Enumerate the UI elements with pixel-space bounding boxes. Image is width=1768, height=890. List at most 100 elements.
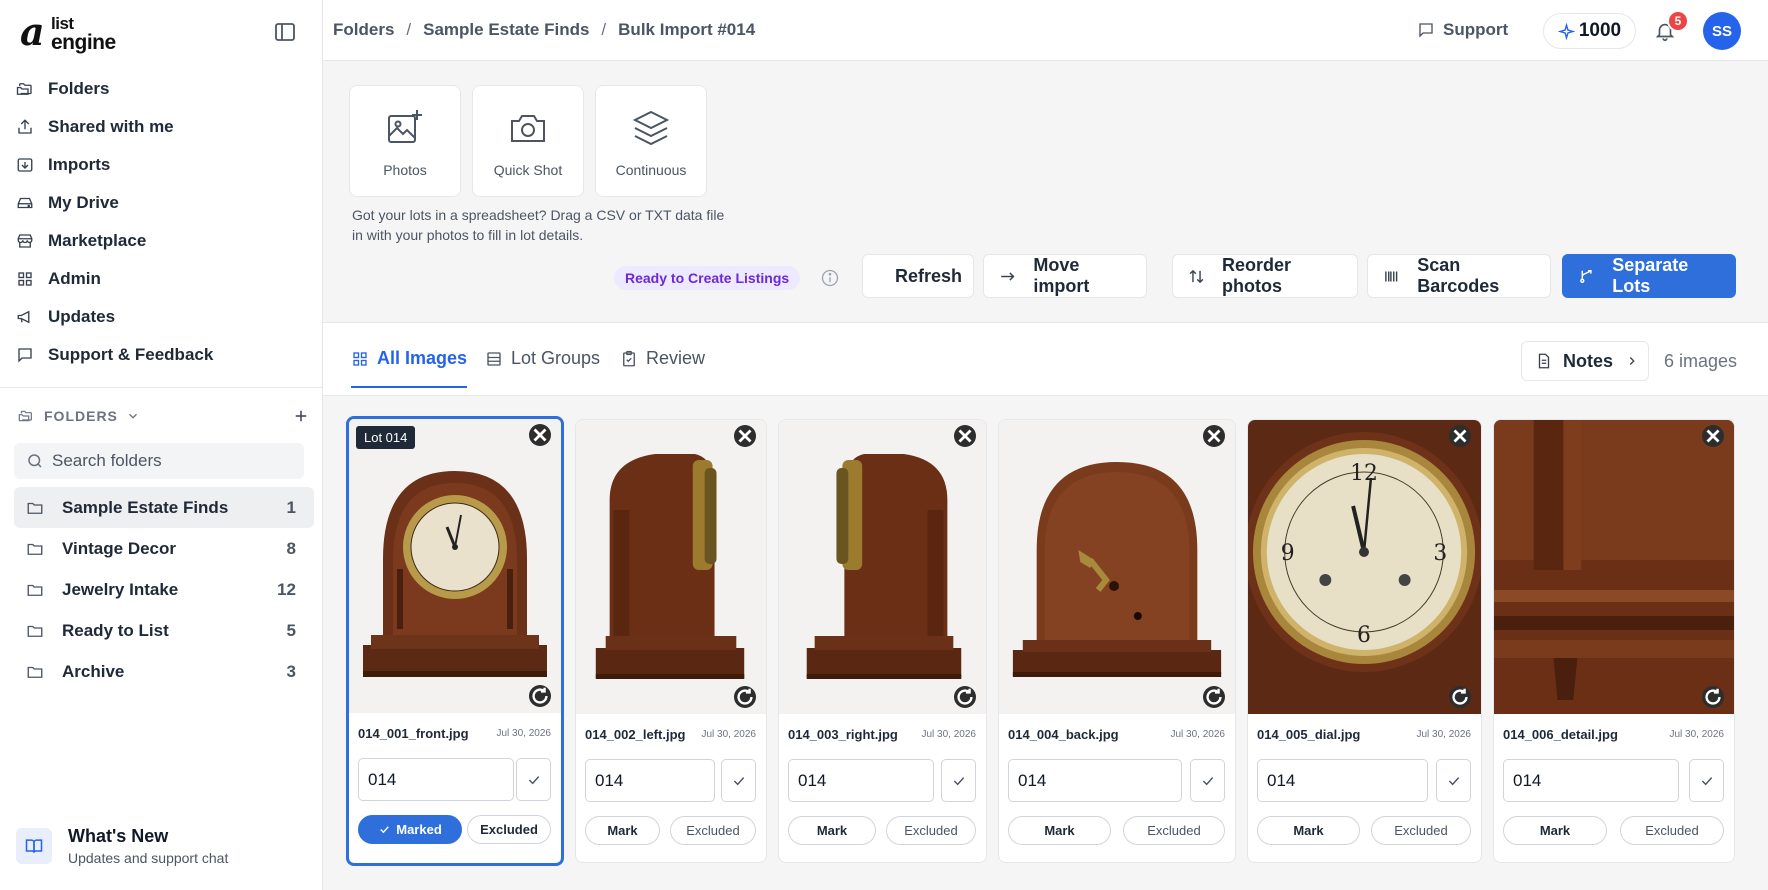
refresh-button[interactable]: Refresh bbox=[862, 254, 974, 298]
folder-item[interactable]: Ready to List 5 bbox=[14, 610, 314, 651]
nav-item-shared[interactable]: Shared with me bbox=[16, 108, 306, 146]
photo-thumbnail[interactable] bbox=[1494, 420, 1734, 714]
lot-number-input[interactable] bbox=[585, 759, 715, 802]
file-date: Jul 30, 2026 bbox=[1170, 729, 1226, 740]
photo-thumbnail[interactable] bbox=[779, 420, 986, 714]
rotate-image-button[interactable] bbox=[529, 685, 551, 707]
nav-item-updates[interactable]: Updates bbox=[16, 298, 306, 336]
layers-icon bbox=[632, 110, 670, 146]
confirm-lot-button[interactable] bbox=[721, 759, 756, 802]
mark-button[interactable]: Mark bbox=[585, 816, 660, 845]
lot-number-input[interactable] bbox=[1257, 759, 1428, 802]
remove-image-button[interactable] bbox=[734, 425, 756, 447]
exclude-button[interactable]: Excluded bbox=[467, 815, 551, 844]
image-card[interactable]: 014_002_left.jpg Jul 30, 2026 Mark Exclu… bbox=[575, 419, 767, 863]
folders-section-title[interactable]: FOLDERS bbox=[44, 408, 118, 424]
mark-button[interactable]: Mark bbox=[788, 816, 876, 845]
folders-section-header: FOLDERS bbox=[18, 405, 308, 427]
breadcrumb-folders[interactable]: Folders bbox=[333, 20, 394, 40]
csv-import-hint: Got your lots in a spreadsheet? Drag a C… bbox=[352, 207, 725, 243]
logo-mark: a bbox=[20, 9, 45, 54]
whats-new-panel[interactable]: What's New Updates and support chat bbox=[16, 824, 306, 868]
quick-shot-tile[interactable]: Quick Shot bbox=[472, 85, 584, 197]
rotate-image-button[interactable] bbox=[1203, 686, 1225, 708]
scan-barcodes-button[interactable]: Scan Barcodes bbox=[1367, 254, 1551, 298]
folder-item[interactable]: Jewelry Intake 12 bbox=[14, 569, 314, 610]
lot-number-input[interactable] bbox=[1008, 759, 1182, 802]
tab-review[interactable]: Review bbox=[620, 348, 705, 388]
mark-button[interactable]: Marked bbox=[358, 815, 462, 844]
nav-item-imports[interactable]: Imports bbox=[16, 146, 306, 184]
credits-button[interactable]: 1000 bbox=[1543, 13, 1636, 49]
photo-thumbnail[interactable] bbox=[576, 420, 766, 714]
mark-label: Mark bbox=[1293, 823, 1324, 838]
mark-button[interactable]: Mark bbox=[1503, 816, 1607, 845]
separate-lots-button[interactable]: Separate Lots bbox=[1562, 254, 1736, 298]
rotate-image-button[interactable] bbox=[1449, 686, 1471, 708]
exclude-button[interactable]: Excluded bbox=[1123, 816, 1225, 845]
lot-number-input[interactable] bbox=[1503, 759, 1679, 802]
exclude-button[interactable]: Excluded bbox=[1371, 816, 1471, 845]
reorder-photos-button[interactable]: Reorder photos bbox=[1172, 254, 1358, 298]
remove-image-button[interactable] bbox=[529, 424, 551, 446]
mark-button[interactable]: Mark bbox=[1008, 816, 1111, 845]
nav-item-folders[interactable]: Folders bbox=[16, 70, 306, 108]
image-card[interactable]: 014_004_back.jpg Jul 30, 2026 Mark Exclu… bbox=[998, 419, 1236, 863]
rotate-image-button[interactable] bbox=[1702, 686, 1724, 708]
chevron-right-icon bbox=[1629, 357, 1635, 365]
nav-item-support-feedback[interactable]: Support & Feedback bbox=[16, 336, 306, 374]
photos-upload-tile[interactable]: Photos bbox=[349, 85, 461, 197]
move-import-button[interactable]: Move import bbox=[983, 254, 1147, 298]
store-icon bbox=[17, 234, 33, 248]
exclude-button[interactable]: Excluded bbox=[670, 816, 756, 845]
remove-image-button[interactable] bbox=[1449, 425, 1471, 447]
lot-number-input[interactable] bbox=[788, 759, 934, 802]
mark-button[interactable]: Mark bbox=[1257, 816, 1360, 845]
support-button[interactable]: Support bbox=[1417, 20, 1508, 40]
remove-image-button[interactable] bbox=[1203, 425, 1225, 447]
folder-item[interactable]: Archive 3 bbox=[14, 651, 314, 692]
photo-thumbnail[interactable]: Lot 014 bbox=[349, 419, 561, 713]
exclude-button[interactable]: Excluded bbox=[1620, 816, 1724, 845]
search-icon bbox=[28, 454, 42, 468]
confirm-lot-button[interactable] bbox=[1436, 759, 1471, 802]
folder-item[interactable]: Vintage Decor 8 bbox=[14, 528, 314, 569]
breadcrumb-folder[interactable]: Sample Estate Finds bbox=[423, 20, 589, 40]
notes-button[interactable]: Notes bbox=[1521, 341, 1649, 381]
camera-icon bbox=[511, 115, 545, 142]
nav-item-marketplace[interactable]: Marketplace bbox=[16, 222, 306, 260]
rotate-image-button[interactable] bbox=[954, 686, 976, 708]
folder-item[interactable]: Sample Estate Finds 1 bbox=[14, 487, 314, 528]
nav-item-my-drive[interactable]: My Drive bbox=[16, 184, 306, 222]
lot-number-input[interactable] bbox=[358, 758, 514, 801]
tab-label: Review bbox=[646, 348, 706, 368]
image-card[interactable]: 014_006_detail.jpg Jul 30, 2026 Mark Exc… bbox=[1493, 419, 1735, 863]
confirm-lot-button[interactable] bbox=[1190, 759, 1225, 802]
remove-image-button[interactable] bbox=[1702, 425, 1724, 447]
folder-search-input[interactable] bbox=[52, 451, 282, 471]
app-logo[interactable]: a list engine bbox=[20, 9, 116, 54]
chevron-down-icon[interactable] bbox=[126, 409, 140, 423]
photo-thumbnail[interactable]: 12 6 9 3 bbox=[1248, 420, 1481, 714]
remove-image-button[interactable] bbox=[954, 425, 976, 447]
add-folder-icon[interactable] bbox=[292, 407, 310, 425]
rotate-image-button[interactable] bbox=[734, 686, 756, 708]
svg-text:6: 6 bbox=[1357, 623, 1371, 648]
continuous-tile[interactable]: Continuous bbox=[595, 85, 707, 197]
tab-all-images[interactable]: All Images bbox=[351, 348, 468, 388]
confirm-lot-button[interactable] bbox=[941, 759, 976, 802]
photo-thumbnail[interactable] bbox=[999, 420, 1235, 714]
avatar[interactable]: SS bbox=[1703, 12, 1741, 50]
info-icon[interactable] bbox=[820, 268, 840, 288]
image-card[interactable]: 014_003_right.jpg Jul 30, 2026 Mark Excl… bbox=[778, 419, 987, 863]
image-card[interactable]: 12 6 9 3 014_005_dial.jpg Jul 30, 2026 M… bbox=[1247, 419, 1482, 863]
image-card[interactable]: Lot 014 014_001_front.jpg Jul 30, 2026 M… bbox=[346, 416, 564, 866]
confirm-lot-button[interactable] bbox=[516, 758, 551, 801]
exclude-button[interactable]: Excluded bbox=[886, 816, 976, 845]
confirm-lot-button[interactable] bbox=[1689, 759, 1724, 802]
main-nav: Folders Shared with me Imports My Drive … bbox=[16, 70, 306, 374]
breadcrumb-import[interactable]: Bulk Import #014 bbox=[618, 20, 755, 40]
sidebar-toggle-icon[interactable] bbox=[273, 20, 297, 44]
nav-item-admin[interactable]: Admin bbox=[16, 260, 306, 298]
tab-lot-groups[interactable]: Lot Groups bbox=[485, 348, 600, 388]
